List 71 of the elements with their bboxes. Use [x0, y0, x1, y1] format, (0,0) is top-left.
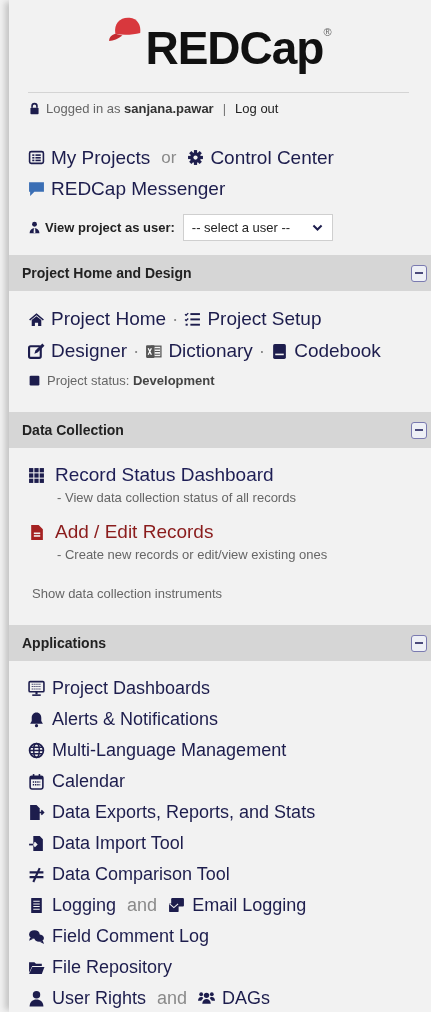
list-icon	[28, 149, 45, 166]
folder-icon	[28, 959, 45, 976]
toggle-link[interactable]: Show data collection instruments	[32, 586, 223, 601]
users-icon	[198, 990, 216, 1007]
checklist-icon	[184, 310, 202, 328]
nav-link[interactable]: Data Import Tool	[52, 833, 184, 854]
nav-link[interactable]: Data Exports, Reports, and Stats	[52, 802, 316, 823]
link-description: - Create new records or edit/view existing ones	[56, 547, 329, 562]
nav-link[interactable]: Logging	[52, 895, 117, 916]
connector-text: ·	[258, 340, 266, 362]
user-icon	[28, 990, 45, 1007]
connector-text: ·	[133, 340, 140, 362]
square-icon	[28, 374, 41, 387]
field-label: View project as user:	[45, 220, 175, 235]
export-icon	[28, 804, 45, 821]
separator: |	[222, 101, 227, 116]
connector-text: ·	[172, 308, 179, 330]
document-icon	[28, 523, 45, 541]
nav-link[interactable]: Record Status Dashboard	[55, 464, 274, 486]
book-icon	[271, 342, 289, 360]
registered-mark: ®	[323, 26, 332, 38]
nav-link[interactable]: Field Comment Log	[52, 926, 210, 947]
nav-link[interactable]: Data Comparison Tool	[52, 864, 230, 885]
nav-link[interactable]: File Repository	[52, 957, 173, 978]
collapse-button[interactable]	[411, 264, 427, 282]
spreadsheet-icon	[145, 342, 163, 360]
monitor-icon	[28, 680, 45, 697]
logout-link[interactable]: Log out	[235, 101, 279, 116]
nav-link[interactable]: My Projects	[51, 146, 151, 169]
nav-link[interactable]: Codebook	[294, 340, 381, 362]
nav-link[interactable]: Calendar	[52, 771, 126, 792]
not-equal-icon	[28, 866, 45, 883]
connector-text: or	[161, 147, 177, 168]
nav-link[interactable]: Dictionary	[168, 340, 253, 362]
project-status: Project status: Development	[47, 373, 215, 388]
login-status: Logged in as sanjana.pawar	[46, 101, 214, 116]
nav-link[interactable]: User Rights	[52, 988, 147, 1009]
globe-icon	[28, 742, 45, 759]
chat-bubble-icon	[28, 180, 45, 197]
nav-link[interactable]: Designer	[51, 340, 128, 362]
calendar-icon	[28, 773, 45, 790]
section-title: Applications	[22, 635, 106, 651]
edit-icon	[28, 342, 45, 360]
user-icon	[28, 221, 41, 234]
nav-link[interactable]: Control Center	[210, 146, 334, 169]
link-description: - View data collection status of all records	[56, 490, 297, 505]
section-title: Project Home and Design	[22, 265, 192, 281]
nav-link[interactable]: Multi-Language Management	[52, 740, 287, 761]
nav-link[interactable]: REDCap Messenger	[51, 177, 226, 200]
bell-icon	[28, 711, 45, 728]
connector-text: and	[127, 895, 158, 916]
document-icon	[28, 897, 45, 914]
home-icon	[28, 310, 45, 328]
section-title: Data Collection	[22, 422, 124, 438]
collapse-button[interactable]	[411, 421, 427, 439]
grid-icon	[28, 466, 45, 484]
nav-link[interactable]: Email Logging	[192, 895, 307, 916]
nav-link[interactable]: DAGs	[222, 988, 271, 1009]
lock-icon	[28, 102, 41, 115]
logo-text: REDCap	[145, 21, 324, 76]
import-icon	[28, 835, 45, 852]
user-select[interactable]: -- select a user --	[182, 214, 333, 241]
comments-icon	[28, 928, 45, 945]
gear-icon	[187, 149, 205, 166]
collapse-button[interactable]	[411, 634, 427, 652]
connector-text: and	[157, 988, 188, 1009]
nav-link[interactable]: Project Home	[51, 308, 167, 330]
nav-link[interactable]: Alerts & Notifications	[52, 709, 219, 730]
nav-link[interactable]: Project Dashboards	[52, 678, 211, 699]
nav-link[interactable]: Add / Edit Records	[55, 521, 214, 543]
nav-link[interactable]: Project Setup	[207, 308, 322, 330]
